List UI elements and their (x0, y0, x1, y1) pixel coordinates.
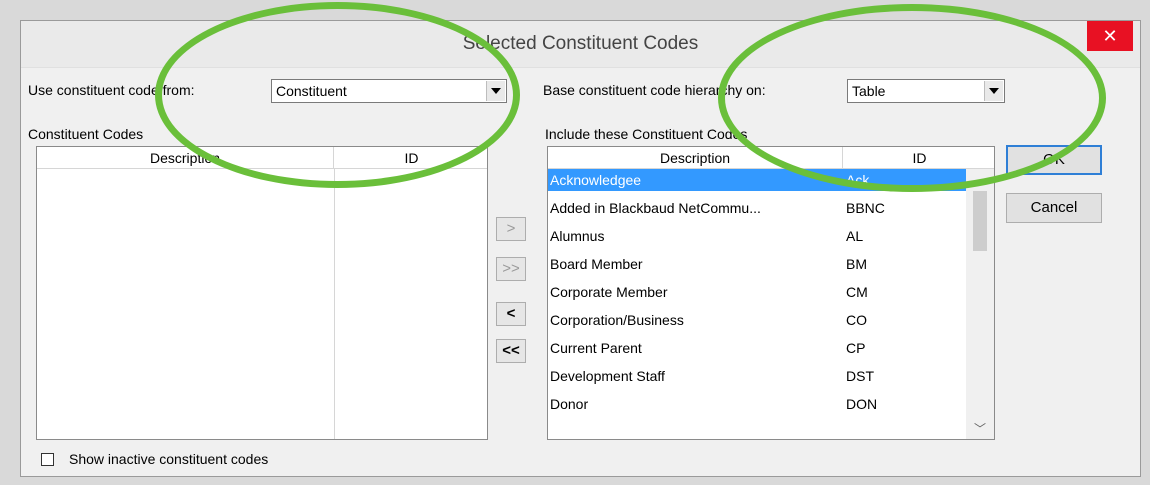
column-divider (334, 169, 335, 439)
list-item[interactable]: Added in Blackbaud NetCommu... BBNC (548, 197, 968, 219)
list-item[interactable]: Alumnus AL (548, 225, 968, 247)
code-description: Board Member (550, 256, 643, 272)
list-item[interactable]: Development Staff DST (548, 365, 968, 387)
list-item[interactable]: Corporate Member CM (548, 281, 968, 303)
remove-button[interactable]: < (496, 302, 526, 326)
code-id: DON (846, 396, 878, 412)
list-item[interactable]: Corporation/Business CO (548, 309, 968, 331)
code-description: Corporation/Business (550, 312, 684, 328)
annotation-ellipse (718, 4, 1106, 192)
annotation-ellipse (155, 2, 520, 188)
vertical-scrollbar[interactable]: ︿ ﹀ (966, 169, 994, 439)
code-id: AL (846, 228, 864, 244)
list-item[interactable]: Board Member BM (548, 253, 968, 275)
show-inactive-label: Show inactive constituent codes (69, 451, 269, 467)
list-item[interactable]: Donor DON (548, 393, 968, 415)
code-id: BBNC (846, 200, 885, 216)
available-codes-list[interactable]: Description ID (36, 146, 488, 440)
code-description: Current Parent (550, 340, 642, 356)
close-button[interactable]: ✕ (1087, 21, 1133, 51)
remove-all-button[interactable]: << (496, 339, 526, 363)
scroll-down-icon[interactable]: ﹀ (966, 419, 994, 439)
code-description: Development Staff (550, 368, 665, 384)
add-all-button[interactable]: >> (496, 257, 526, 281)
code-id: CP (846, 340, 866, 356)
scroll-thumb[interactable] (973, 191, 987, 251)
available-codes-label: Constituent Codes (28, 126, 144, 142)
code-description: Added in Blackbaud NetCommu... (550, 200, 761, 216)
code-id: CM (846, 284, 868, 300)
show-inactive-checkbox[interactable] (41, 453, 54, 466)
code-description: Donor (550, 396, 589, 412)
included-codes-label: Include these Constituent Codes (545, 126, 748, 142)
code-description: Corporate Member (550, 284, 668, 300)
list-item[interactable]: Current Parent CP (548, 337, 968, 359)
add-button[interactable]: > (496, 217, 526, 241)
code-id: CO (846, 312, 867, 328)
cancel-button[interactable]: Cancel (1006, 193, 1102, 223)
code-id: BM (846, 256, 867, 272)
code-id: DST (846, 368, 874, 384)
code-description: Alumnus (550, 228, 605, 244)
